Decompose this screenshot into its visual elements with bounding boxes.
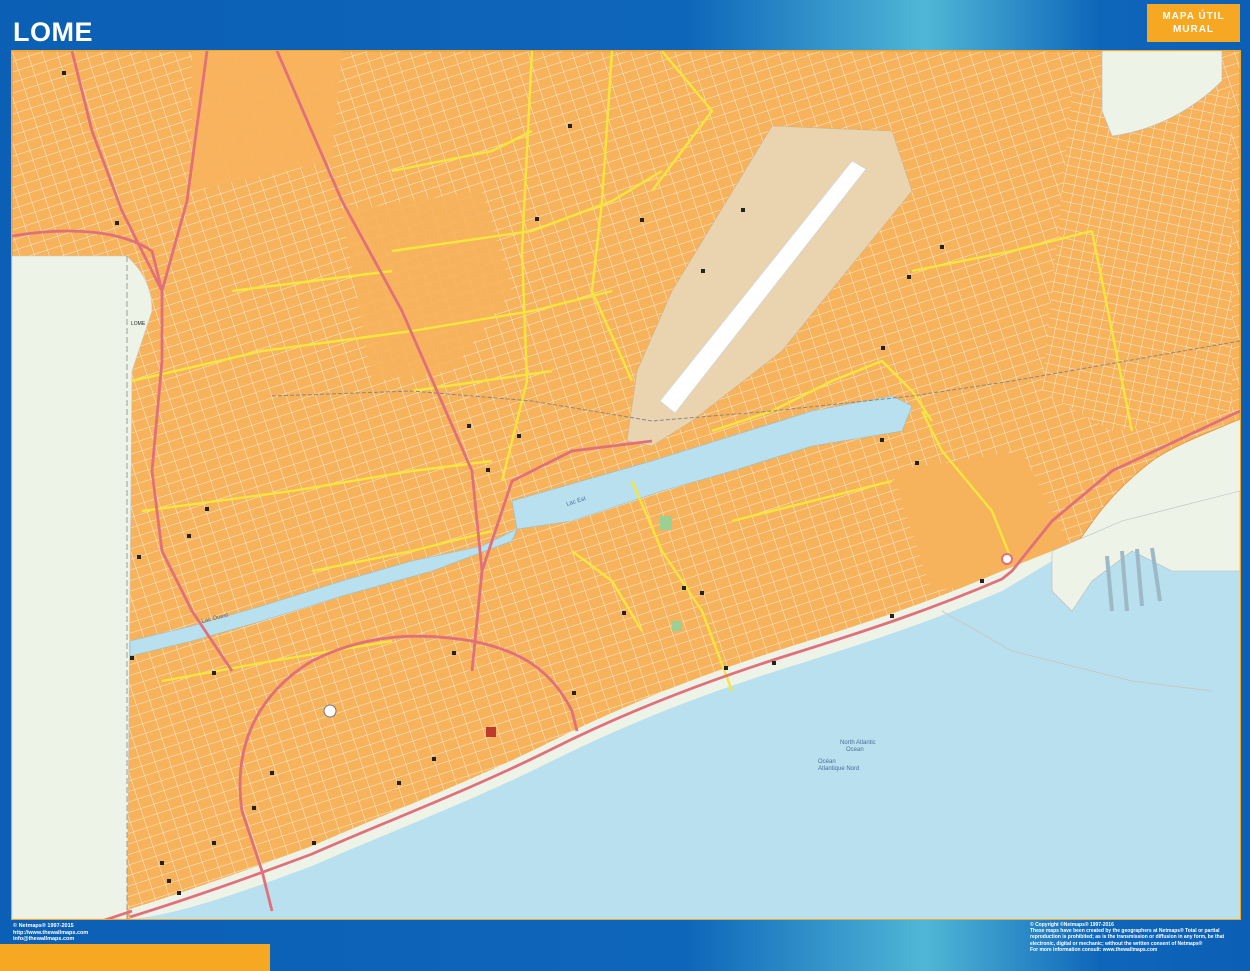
ocean-label-3: Océan (818, 759, 836, 765)
ocean-label-4: Atlantique Nord (818, 766, 859, 772)
badge-line-2: MURAL (1172, 24, 1215, 35)
map-canvas[interactable]: LOME Lac Est Lac Ouest North Atlantic Oc… (11, 50, 1241, 920)
map-svg: LOME Lac Est Lac Ouest North Atlantic Oc… (12, 51, 1240, 919)
park-area (660, 516, 672, 530)
product-badge: MAPA ÚTIL MURAL (1147, 4, 1240, 42)
badge-line-1: MAPA ÚTIL (1162, 11, 1225, 22)
footer-accent-bar (0, 944, 270, 971)
ocean-label-2: Ocean (846, 747, 864, 753)
legal-line-5: For more information consult: www.thewal… (1030, 946, 1158, 953)
roundabout-icon (323, 704, 337, 718)
roundabout-icon (1001, 553, 1013, 565)
map-title: LOME (13, 17, 93, 47)
legal-line-3: reproduction is prohibited; as is the tr… (1030, 934, 1225, 941)
footer-legal: © Copyright ©Netmaps® 1997-2016 These ma… (1030, 922, 1242, 953)
city-label: LOME (131, 321, 146, 327)
footer-email[interactable]: info@thewallmaps.com (13, 936, 88, 943)
footer-credits: © Netmaps® 1997-2015 http://www.thewallm… (13, 923, 88, 943)
ocean-label-1: North Atlantic (840, 740, 876, 746)
